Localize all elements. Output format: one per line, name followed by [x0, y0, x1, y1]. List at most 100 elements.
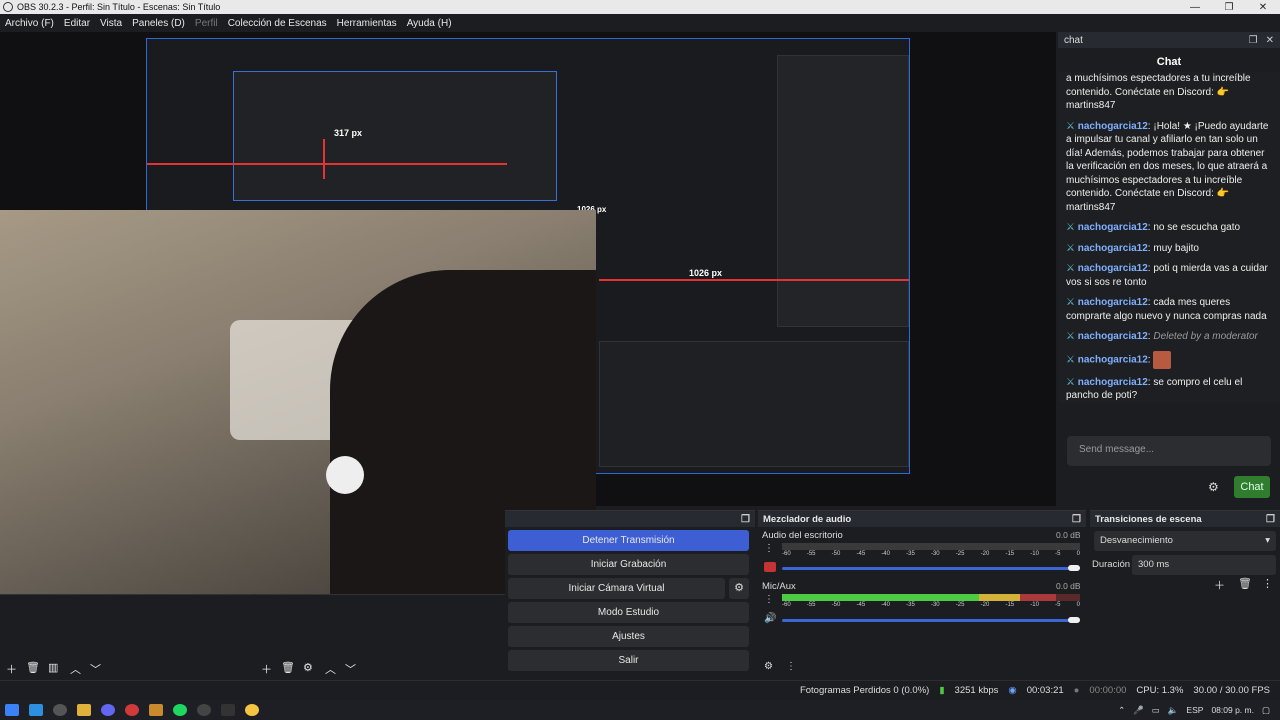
cpu-usage: CPU: 1.3% [1136, 685, 1184, 696]
move-up-icon[interactable]: ︿ [325, 661, 336, 677]
chat-message: ⚔ nachogarcia12: muy bajito [1066, 242, 1199, 254]
opera-icon[interactable] [125, 704, 139, 716]
obs-icon[interactable] [197, 704, 211, 716]
nested-docks [599, 341, 909, 467]
vscode-icon[interactable] [29, 704, 43, 716]
mixer-settings-icon[interactable]: ⚙ [764, 661, 773, 672]
record-icon: ● [1073, 685, 1080, 696]
chat-dock: chat ❐ ✕ Chat a muchísimos espectadores … [1058, 32, 1280, 506]
terminal-icon[interactable] [221, 704, 235, 716]
system-tray: ⌃ 🎤 ▭ 🔈 ESP 08:09 p. m. ▢ [1118, 705, 1280, 716]
windows-start-icon[interactable] [5, 704, 19, 716]
sources-dock: ＋ 🗑 ⚙ ︿ ﹀ [255, 594, 505, 680]
volume-icon[interactable]: 🔈 [1168, 705, 1179, 716]
gear-icon[interactable]: ⚙ [1208, 480, 1219, 494]
float-icon[interactable]: ❐ [1072, 514, 1081, 525]
float-icon[interactable]: ❐ [1249, 35, 1258, 46]
scenes-dock: ＋ 🗑 ▥ ︿ ﹀ [0, 594, 254, 680]
trash-icon[interactable]: 🗑 [26, 661, 40, 674]
chat-message: a muchísimos espectadores a tu increíble… [1066, 73, 1251, 111]
title-bar: OBS 30.2.3 - Perfil: Sin Título - Escena… [0, 0, 1280, 14]
chat-dock-header: chat ❐ ✕ [1058, 32, 1280, 48]
chat-input[interactable]: Send message... [1067, 436, 1271, 466]
spotify-icon[interactable] [173, 704, 187, 716]
studio-mode-button[interactable]: Modo Estudio [508, 602, 749, 623]
speaker-icon[interactable]: 🔊 [764, 613, 776, 624]
window-title: OBS 30.2.3 - Perfil: Sin Título - Escena… [17, 2, 221, 12]
sword-icon: ⚔ [1066, 263, 1075, 274]
chat-message: ⚔ nachogarcia12: Deleted by a moderator [1066, 331, 1258, 342]
meter-scale: -60 -55 -50 -45 -40 -35 -30 -25 -20 -15 -10 -5 0 [782, 602, 1080, 608]
frames-dropped: Fotogramas Perdidos 0 (0.0%) [799, 685, 930, 696]
channel-db: 0.0 dB [1056, 530, 1081, 540]
menu-icon[interactable]: ⋮ [1262, 577, 1273, 590]
transitions-dock: Transiciones de escena ❐ Desvanecimiento… [1090, 510, 1280, 680]
chat-message: ⚔ nachogarcia12: cada mes queres comprar… [1066, 297, 1267, 322]
menu-archivo[interactable]: Archivo (F) [0, 18, 59, 29]
volume-slider-knob[interactable] [1068, 617, 1080, 623]
add-icon[interactable]: ＋ [6, 661, 17, 677]
move-down-icon[interactable]: ﹀ [345, 661, 356, 677]
microphone-icon[interactable]: 🎤 [1133, 705, 1144, 716]
duration-input[interactable]: 300 ms [1132, 555, 1276, 575]
sword-icon: ⚔ [1066, 331, 1075, 342]
bitrate: 3251 kbps [954, 685, 999, 696]
filter-icon[interactable]: ▥ [48, 661, 58, 674]
start-virtual-camera-button[interactable]: Iniciar Cámara Virtual [508, 578, 725, 599]
menu-ayuda[interactable]: Ayuda (H) [402, 18, 457, 29]
add-icon[interactable]: ＋ [261, 661, 272, 677]
volume-slider-knob[interactable] [1068, 565, 1080, 571]
clock[interactable]: 08:09 p. m. [1211, 705, 1254, 715]
channel-menu-icon[interactable]: ⋮ [764, 594, 774, 605]
bounding-line [147, 163, 507, 165]
notification-icon[interactable]: ▢ [1262, 705, 1270, 716]
menu-bar: Archivo (F) Editar Vista Paneles (D) Per… [0, 14, 1280, 32]
discord-icon[interactable] [101, 704, 115, 716]
network-icon[interactable]: ▭ [1152, 705, 1160, 716]
float-icon[interactable]: ❐ [1266, 514, 1275, 525]
minimize-button[interactable]: — [1178, 2, 1212, 13]
trash-icon[interactable]: 🗑 [1238, 577, 1252, 590]
maximize-button[interactable]: ❐ [1212, 2, 1246, 13]
menu-coleccion-escenas[interactable]: Colección de Escenas [223, 18, 332, 29]
menu-paneles[interactable]: Paneles (D) [127, 18, 190, 29]
app-icon[interactable] [53, 704, 67, 716]
channel-menu-icon[interactable]: ⋮ [764, 543, 774, 554]
virtual-camera-settings-icon[interactable]: ⚙ [729, 578, 749, 599]
sword-icon: ⚔ [1066, 354, 1075, 366]
app-icon[interactable] [149, 704, 163, 716]
stop-streaming-button[interactable]: Detener Transmisión [508, 530, 749, 551]
close-icon[interactable]: ✕ [1266, 35, 1274, 46]
move-down-icon[interactable]: ﹀ [90, 661, 101, 677]
close-button[interactable]: ✕ [1246, 2, 1280, 13]
preview-area[interactable]: 317 px 1026 px 1026 px [0, 32, 1056, 594]
mixer-menu-icon[interactable]: ⋮ [786, 661, 796, 672]
add-icon[interactable]: ＋ [1214, 577, 1225, 593]
menu-vista[interactable]: Vista [95, 18, 127, 29]
sword-icon: ⚔ [1066, 120, 1075, 132]
chevron-up-icon[interactable]: ⌃ [1118, 705, 1125, 716]
media-player-icon[interactable] [245, 704, 259, 716]
language-indicator[interactable]: ESP [1186, 705, 1203, 715]
menu-herramientas[interactable]: Herramientas [332, 18, 402, 29]
duration-label: Duración [1092, 559, 1131, 570]
settings-button[interactable]: Ajustes [508, 626, 749, 647]
gear-icon[interactable]: ⚙ [303, 661, 313, 674]
volume-slider[interactable] [782, 567, 1080, 570]
start-recording-button[interactable]: Iniciar Grabación [508, 554, 749, 575]
float-icon[interactable]: ❐ [741, 514, 750, 525]
transition-select[interactable]: Desvanecimiento ▾ [1094, 531, 1276, 551]
volume-slider[interactable] [782, 619, 1080, 622]
ball-image [326, 456, 364, 494]
fps: 30.00 / 30.00 FPS [1193, 685, 1270, 696]
muted-speaker-icon[interactable] [764, 562, 776, 572]
chat-send-button[interactable]: Chat [1234, 476, 1270, 498]
menu-editar[interactable]: Editar [59, 18, 95, 29]
channel-db: 0.0 dB [1056, 581, 1081, 591]
trash-icon[interactable]: 🗑 [281, 661, 295, 674]
folder-icon[interactable] [77, 704, 91, 716]
move-up-icon[interactable]: ︿ [70, 661, 81, 677]
exit-button[interactable]: Salir [508, 650, 749, 671]
transitions-title: Transiciones de escena [1095, 513, 1202, 525]
transition-selected: Desvanecimiento [1100, 535, 1173, 546]
